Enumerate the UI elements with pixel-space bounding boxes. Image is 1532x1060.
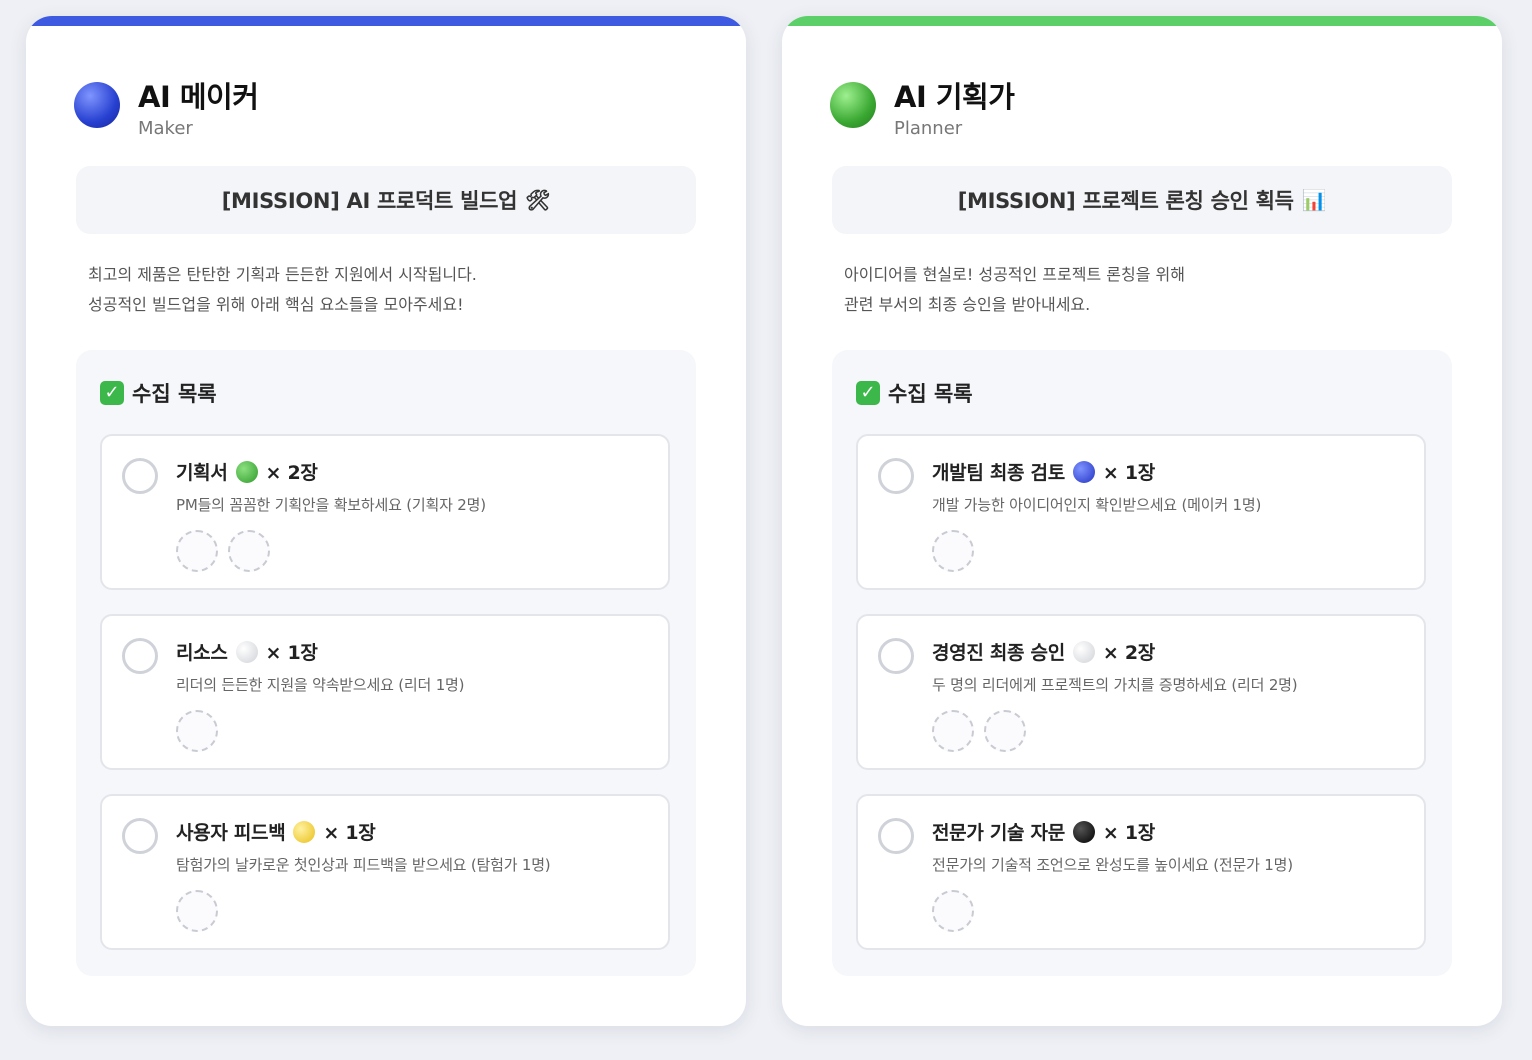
item-slots xyxy=(932,890,984,932)
green-orb-icon xyxy=(830,82,876,128)
empty-slot[interactable] xyxy=(932,530,974,572)
checkbox-icon: ✓ xyxy=(100,381,124,405)
checkbox-icon: ✓ xyxy=(856,381,880,405)
item-title: 전문가 기술 자문 × 1장 xyxy=(932,818,1155,845)
green-token-icon xyxy=(235,460,258,483)
mission-banner: [MISSION] AI 프로덕트 빌드업 🛠 xyxy=(76,166,696,234)
card-accent-bar xyxy=(782,16,1502,26)
item-title: 경영진 최종 승인 × 2장 xyxy=(932,638,1155,665)
item-name: 개발팀 최종 검토 xyxy=(932,462,1065,484)
empty-slot[interactable] xyxy=(176,710,218,752)
collect-list: ✓ 수집 목록 기획서 × 2장 PM들의 꼼꼼한 기획안을 확보하세요 (기획… xyxy=(76,350,696,976)
collect-list-header: ✓ 수집 목록 xyxy=(856,378,973,408)
item-radio[interactable] xyxy=(122,458,158,494)
black-token-icon xyxy=(1072,820,1095,843)
card-header: AI 기획가 Planner xyxy=(830,74,1430,158)
collect-item[interactable]: 기획서 × 2장 PM들의 꼼꼼한 기획안을 확보하세요 (기획자 2명) xyxy=(100,434,670,590)
collect-item[interactable]: 개발팀 최종 검토 × 1장 개발 가능한 아이디어인지 확인받으세요 (메이커… xyxy=(856,434,1426,590)
collect-list-title: 수집 목록 xyxy=(888,382,973,406)
item-desc: 리더의 든든한 지원을 약속받으세요 (리더 1명) xyxy=(176,676,465,694)
empty-slot[interactable] xyxy=(176,890,218,932)
card-planner: AI 기획가 Planner [MISSION] 프로젝트 론칭 승인 획득 📊… xyxy=(782,16,1502,1026)
item-title: 리소스 × 1장 xyxy=(176,638,318,665)
item-count: × 2장 xyxy=(265,462,318,484)
bar-chart-icon: 📊 xyxy=(1301,188,1327,212)
card-title: AI 메이커 xyxy=(138,80,259,114)
item-count: × 1장 xyxy=(323,822,376,844)
empty-slot[interactable] xyxy=(228,530,270,572)
hammer-wrench-icon: 🛠 xyxy=(525,188,551,212)
item-name: 기획서 xyxy=(176,462,228,484)
card-subtitle: Planner xyxy=(894,118,963,139)
item-desc: 전문가의 기술적 조언으로 완성도를 높이세요 (전문가 1명) xyxy=(932,856,1293,874)
mission-banner: [MISSION] 프로젝트 론칭 승인 획득 📊 xyxy=(832,166,1452,234)
collect-item[interactable]: 리소스 × 1장 리더의 든든한 지원을 약속받으세요 (리더 1명) xyxy=(100,614,670,770)
collect-list-title: 수집 목록 xyxy=(132,382,217,406)
collect-list: ✓ 수집 목록 개발팀 최종 검토 × 1장 개발 가능한 아이디어인지 확인받… xyxy=(832,350,1452,976)
item-slots xyxy=(176,890,228,932)
item-slots xyxy=(932,710,1036,752)
collect-item[interactable]: 전문가 기술 자문 × 1장 전문가의 기술적 조언으로 완성도를 높이세요 (… xyxy=(856,794,1426,950)
item-radio[interactable] xyxy=(878,458,914,494)
card-accent-bar xyxy=(26,16,746,26)
empty-slot[interactable] xyxy=(932,710,974,752)
mission-text: [MISSION] 프로젝트 론칭 승인 획득 xyxy=(957,189,1294,213)
collect-item[interactable]: 사용자 피드백 × 1장 탐험가의 날카로운 첫인상과 피드백을 받으세요 (탐… xyxy=(100,794,670,950)
empty-slot[interactable] xyxy=(984,710,1026,752)
item-count: × 1장 xyxy=(1102,822,1155,844)
empty-slot[interactable] xyxy=(176,530,218,572)
card-description: 아이디어를 현실로! 성공적인 프로젝트 론칭을 위해 관련 부서의 최종 승인… xyxy=(844,260,1185,320)
yellow-token-icon xyxy=(293,820,316,843)
item-title: 개발팀 최종 검토 × 1장 xyxy=(932,458,1155,485)
item-count: × 1장 xyxy=(1102,462,1155,484)
item-slots xyxy=(176,530,280,572)
item-desc: PM들의 꼼꼼한 기획안을 확보하세요 (기획자 2명) xyxy=(176,496,486,514)
card-description: 최고의 제품은 탄탄한 기획과 든든한 지원에서 시작됩니다. 성공적인 빌드업… xyxy=(88,260,477,320)
card-title: AI 기획가 xyxy=(894,80,1015,114)
blue-orb-icon xyxy=(74,82,120,128)
card-subtitle: Maker xyxy=(138,118,193,139)
desc-line: 성공적인 빌드업을 위해 아래 핵심 요소들을 모아주세요! xyxy=(88,295,464,314)
item-title: 사용자 피드백 × 1장 xyxy=(176,818,376,845)
item-slots xyxy=(176,710,228,752)
item-name: 경영진 최종 승인 xyxy=(932,642,1065,664)
item-desc: 탐험가의 날카로운 첫인상과 피드백을 받으세요 (탐험가 1명) xyxy=(176,856,551,874)
item-radio[interactable] xyxy=(122,818,158,854)
item-slots xyxy=(932,530,984,572)
item-desc: 개발 가능한 아이디어인지 확인받으세요 (메이커 1명) xyxy=(932,496,1262,514)
card-header: AI 메이커 Maker xyxy=(74,74,674,158)
collect-item[interactable]: 경영진 최종 승인 × 2장 두 명의 리더에게 프로젝트의 가치를 증명하세요… xyxy=(856,614,1426,770)
item-title: 기획서 × 2장 xyxy=(176,458,318,485)
item-name: 사용자 피드백 xyxy=(176,822,286,844)
item-count: × 1장 xyxy=(265,642,318,664)
mission-text: [MISSION] AI 프로덕트 빌드업 xyxy=(221,189,518,213)
item-name: 전문가 기술 자문 xyxy=(932,822,1065,844)
desc-line: 관련 부서의 최종 승인을 받아내세요. xyxy=(844,295,1091,314)
card-maker: AI 메이커 Maker [MISSION] AI 프로덕트 빌드업 🛠 최고의… xyxy=(26,16,746,1026)
item-radio[interactable] xyxy=(878,638,914,674)
item-radio[interactable] xyxy=(878,818,914,854)
white-token-icon xyxy=(1072,640,1095,663)
mission-board: AI 메이커 Maker [MISSION] AI 프로덕트 빌드업 🛠 최고의… xyxy=(0,0,1532,1060)
blue-token-icon xyxy=(1072,460,1095,483)
collect-list-header: ✓ 수집 목록 xyxy=(100,378,217,408)
item-radio[interactable] xyxy=(122,638,158,674)
item-desc: 두 명의 리더에게 프로젝트의 가치를 증명하세요 (리더 2명) xyxy=(932,676,1298,694)
empty-slot[interactable] xyxy=(932,890,974,932)
item-name: 리소스 xyxy=(176,642,228,664)
white-token-icon xyxy=(235,640,258,663)
desc-line: 최고의 제품은 탄탄한 기획과 든든한 지원에서 시작됩니다. xyxy=(88,265,477,284)
desc-line: 아이디어를 현실로! 성공적인 프로젝트 론칭을 위해 xyxy=(844,265,1185,284)
item-count: × 2장 xyxy=(1102,642,1155,664)
